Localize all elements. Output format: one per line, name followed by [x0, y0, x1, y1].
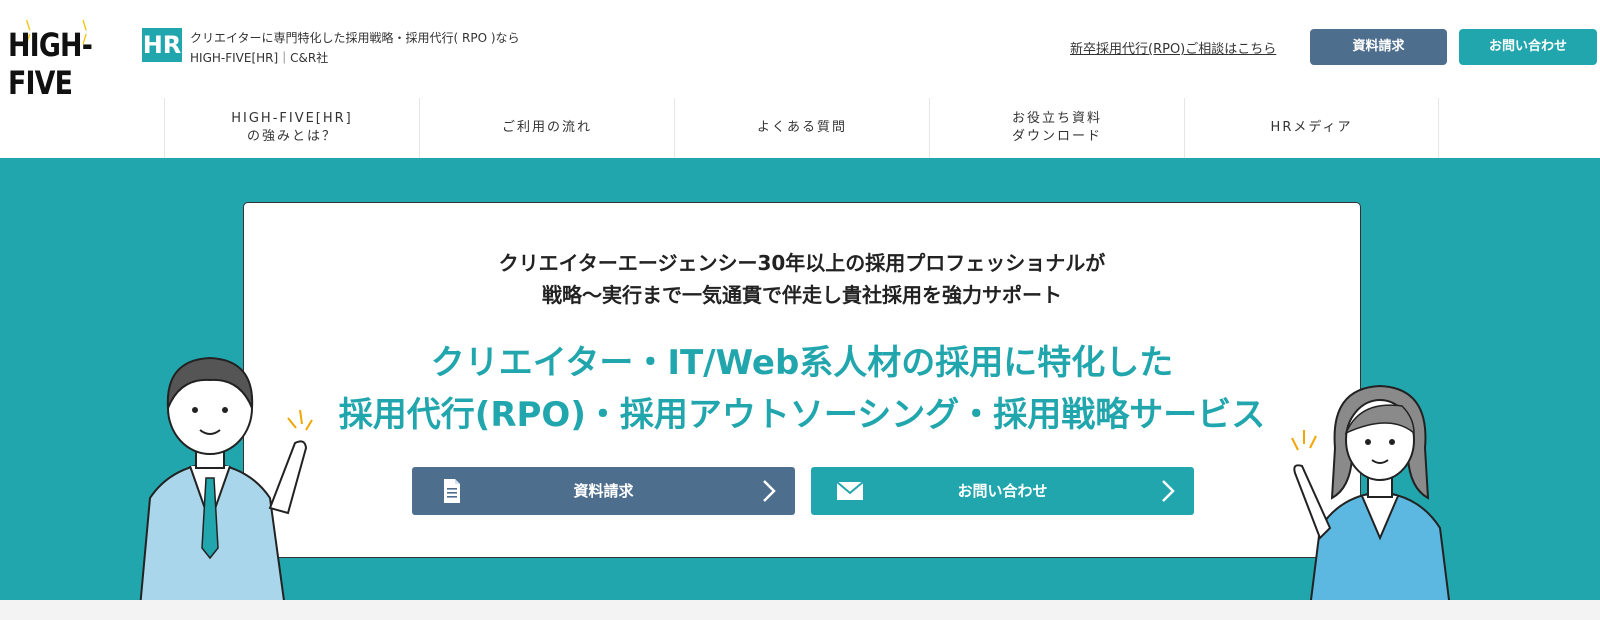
hero-section: クリエイターエージェンシー30年以上の採用プロフェッショナルが 戦略～実行まで一… — [0, 158, 1600, 600]
hero-subheading-line-1: クリエイターエージェンシー30年以上の採用プロフェッショナルが — [498, 251, 1106, 275]
tagline-line-2: HIGH-FIVE[HR]｜C&R社 — [190, 51, 329, 65]
nav-item-label: ダウンロード — [1011, 129, 1102, 144]
nav-item-faq[interactable]: よくある質問 — [674, 98, 929, 158]
nav-item-label: ご利用の流れ — [501, 120, 592, 135]
hero-heading: クリエイター・IT/Web系人材の採用に特化した 採用代行(RPO)・採用アウト… — [244, 337, 1360, 441]
header-tagline: クリエイターに専門特化した採用戦略・採用代行( RPO )なら HIGH-FIV… — [190, 28, 520, 68]
nav-item-label: HIGH-FIVE[HR] — [231, 111, 353, 126]
businesswoman-illustration — [1291, 384, 1451, 600]
site-header: \\ // HIGH-FIVE HR クリエイターに専門特化した採用戦略・採用代… — [0, 0, 1600, 102]
header-document-request-button[interactable]: 資料請求 — [1310, 29, 1447, 65]
hero-document-request-button[interactable]: 資料請求 — [412, 467, 795, 515]
hero-heading-line-2: 採用代行(RPO)・採用アウトソーシング・採用戦略サービス — [338, 395, 1266, 435]
hero-subheading-line-2: 戦略～実行まで一気通貫で伴走し貴社採用を強力サポート — [542, 283, 1062, 307]
hero-contact-button[interactable]: お問い合わせ — [811, 467, 1194, 515]
nav-item-label: の強みとは？ — [246, 129, 337, 144]
hero-card: クリエイターエージェンシー30年以上の採用プロフェッショナルが 戦略～実行まで一… — [243, 202, 1361, 558]
nav-item-label: お役立ち資料 — [1011, 111, 1102, 126]
chevron-right-icon — [763, 480, 776, 502]
hero-document-request-label: 資料請求 — [573, 482, 634, 500]
nav-item-flow[interactable]: ご利用の流れ — [419, 98, 674, 158]
hero-contact-label: お問い合わせ — [957, 482, 1048, 500]
nav-item-label: よくある質問 — [756, 120, 847, 135]
nav-item-hr-media[interactable]: HRメディア — [1184, 98, 1439, 158]
tagline-line-1: クリエイターに専門特化した採用戦略・採用代行( RPO )なら — [190, 31, 520, 45]
nav-item-downloads[interactable]: お役立ち資料 ダウンロード — [929, 98, 1184, 158]
businessman-illustration — [139, 356, 313, 600]
nav-item-strengths[interactable]: HIGH-FIVE[HR] の強みとは？ — [164, 98, 419, 158]
page-bottom-strip — [0, 600, 1600, 620]
hero-heading-line-1: クリエイター・IT/Web系人材の採用に特化した — [430, 343, 1174, 383]
logo-text: HIGH-FIVE — [8, 26, 93, 102]
chevron-right-icon — [1162, 480, 1175, 502]
header-contact-button[interactable]: お問い合わせ — [1459, 29, 1597, 65]
logo-badge: HR — [142, 28, 182, 62]
global-nav: HIGH-FIVE[HR] の強みとは？ ご利用の流れ よくある質問 お役立ち資… — [164, 98, 1440, 158]
nav-item-label: HRメディア — [1270, 120, 1353, 135]
site-logo[interactable]: \\ // HIGH-FIVE HR — [8, 18, 182, 102]
hero-subheading: クリエイターエージェンシー30年以上の採用プロフェッショナルが 戦略～実行まで一… — [244, 247, 1360, 311]
new-grad-consult-link[interactable]: 新卒採用代行(RPO)ご相談はこちら — [1070, 38, 1276, 57]
